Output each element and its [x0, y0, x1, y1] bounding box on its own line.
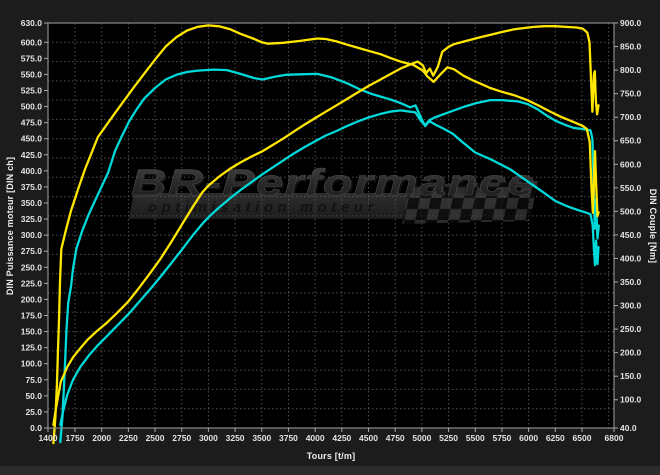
tick-label: 2000 — [92, 433, 111, 443]
tick-label: 2750 — [172, 433, 191, 443]
tick-label: 125.0 — [21, 343, 43, 353]
tick-label: 6000 — [519, 433, 538, 443]
tick-label: 250.0 — [21, 262, 43, 272]
tick-label: 3500 — [252, 433, 271, 443]
tick-label: 850.0 — [620, 42, 642, 52]
watermark-tagline: optimisation moteur — [148, 199, 378, 216]
tick-label: 500.0 — [620, 206, 642, 216]
tick-label: 6800 — [605, 433, 624, 443]
watermark-text: BR-Performance — [131, 162, 536, 203]
tick-label: 400.0 — [21, 166, 43, 176]
tick-label: 3750 — [279, 433, 298, 443]
tick-label: 2500 — [146, 433, 165, 443]
tick-label: 2250 — [119, 433, 138, 443]
tick-label: 350.0 — [620, 277, 642, 287]
tick-label: 5250 — [439, 433, 458, 443]
tick-label: 25.0 — [25, 407, 42, 417]
tick-label: 750.0 — [620, 89, 642, 99]
dyno-chart: BR-Performance BR-Performance optimisati… — [0, 0, 660, 475]
tick-label: 4500 — [359, 433, 378, 443]
tick-label: 630.0 — [21, 18, 43, 28]
tick-label: 4750 — [386, 433, 405, 443]
tick-label: 400.0 — [620, 253, 642, 263]
tick-label: 3000 — [199, 433, 218, 443]
tick-label: 75.0 — [25, 375, 42, 385]
tick-label: 40.0 — [620, 423, 637, 433]
tick-label: 375.0 — [21, 182, 43, 192]
tick-label: 800.0 — [620, 65, 642, 75]
tick-label: 425.0 — [21, 150, 43, 160]
tick-label: 175.0 — [21, 311, 43, 321]
tick-label: 5500 — [466, 433, 485, 443]
tick-label: 3250 — [226, 433, 245, 443]
tick-label: 225.0 — [21, 278, 43, 288]
tick-label: 0.0 — [30, 423, 42, 433]
dyno-chart-window: BR-Performance BR-Performance optimisati… — [0, 0, 660, 475]
tick-label: 450.0 — [21, 134, 43, 144]
tick-label: 325.0 — [21, 214, 43, 224]
tick-label: 500.0 — [21, 102, 43, 112]
tick-label: 150.0 — [620, 371, 642, 381]
tick-label: 1750 — [66, 433, 85, 443]
x-axis-title: Tours [t/m] — [307, 451, 356, 461]
tick-label: 1400 — [39, 433, 58, 443]
tick-label: 350.0 — [21, 198, 43, 208]
watermark: BR-Performance BR-Performance optimisati… — [128, 162, 538, 224]
tick-label: 5000 — [412, 433, 431, 443]
tick-label: 6250 — [546, 433, 565, 443]
tick-label: 4000 — [306, 433, 325, 443]
tick-label: 200.0 — [620, 348, 642, 358]
tick-label: 550.0 — [620, 183, 642, 193]
tick-label: 600.0 — [620, 159, 642, 169]
tick-label: 650.0 — [620, 136, 642, 146]
tick-label: 6500 — [573, 433, 592, 443]
tick-label: 275.0 — [21, 246, 43, 256]
bottom-strip — [0, 466, 660, 475]
tick-label: 700.0 — [620, 112, 642, 122]
tick-label: 600.0 — [21, 37, 43, 47]
tick-label: 475.0 — [21, 118, 43, 128]
tick-label: 525.0 — [21, 86, 43, 96]
tick-label: 200.0 — [21, 294, 43, 304]
y-axis-left-title: DIN Puissance moteur [DIN ch] — [5, 157, 15, 295]
tick-label: 100.0 — [620, 395, 642, 405]
tick-label: 300.0 — [620, 301, 642, 311]
tick-label: 300.0 — [21, 230, 43, 240]
tick-label: 250.0 — [620, 324, 642, 334]
tick-label: 450.0 — [620, 230, 642, 240]
y-axis-right-title: DIN Couple [Nm] — [648, 189, 658, 264]
tick-label: 150.0 — [21, 327, 43, 337]
tick-label: 4250 — [332, 433, 351, 443]
tick-label: 900.0 — [620, 18, 642, 28]
tick-label: 100.0 — [21, 359, 43, 369]
tick-label: 5750 — [492, 433, 511, 443]
tick-label: 575.0 — [21, 53, 43, 63]
tick-label: 50.0 — [25, 391, 42, 401]
tick-label: 550.0 — [21, 69, 43, 79]
